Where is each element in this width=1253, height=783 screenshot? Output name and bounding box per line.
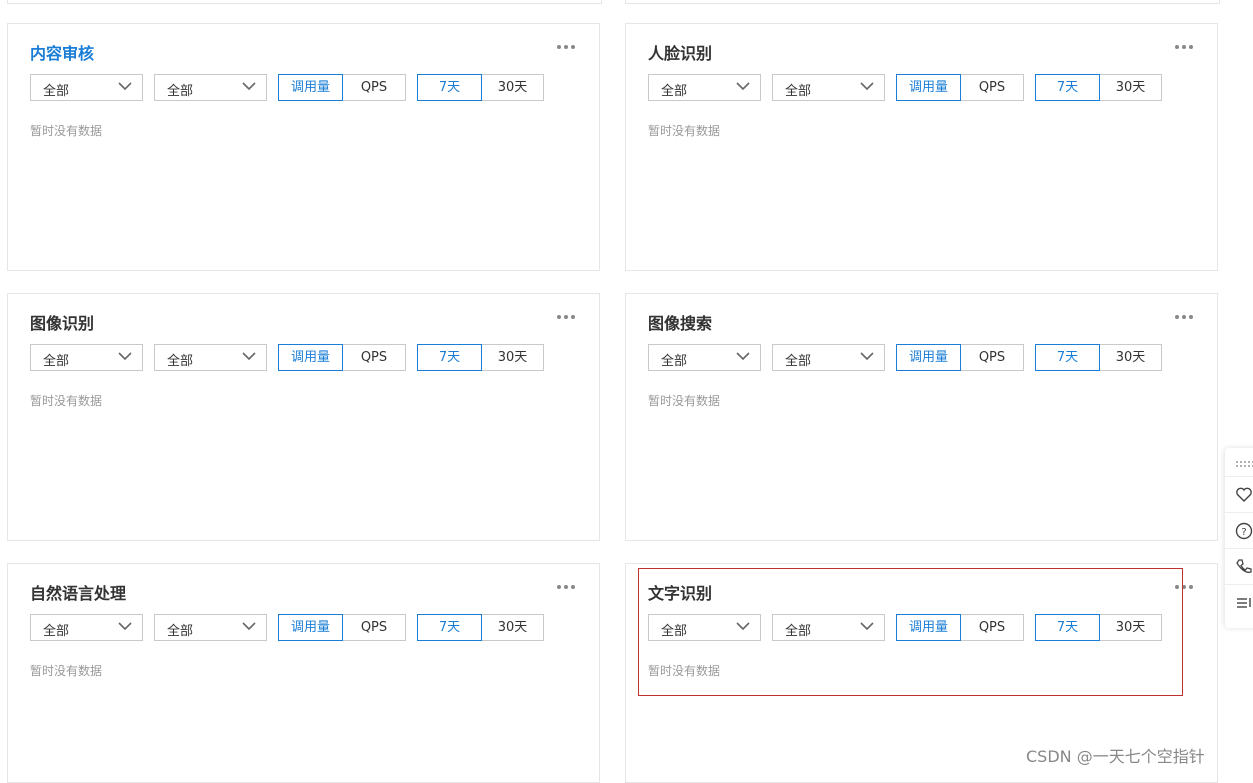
toolbar-favorite[interactable]: [1225, 476, 1253, 513]
more-icon[interactable]: [1175, 585, 1195, 591]
more-icon[interactable]: [557, 315, 577, 321]
chevron-down-icon: [860, 622, 874, 631]
chevron-down-icon: [242, 622, 256, 631]
metric-calls-button[interactable]: 调用量: [278, 344, 343, 371]
select-value: 全部: [167, 84, 194, 99]
card-image-recognition: 图像识别 全部 全部 调用量 QPS 7天 30天 暂时没有数据: [7, 293, 600, 541]
metric-calls-button[interactable]: 调用量: [896, 74, 961, 101]
more-icon[interactable]: [1175, 315, 1195, 321]
chevron-down-icon: [118, 82, 132, 91]
range-7d-button[interactable]: 7天: [417, 74, 482, 101]
range-7d-button[interactable]: 7天: [417, 614, 482, 641]
range-7d-button[interactable]: 7天: [1035, 74, 1100, 101]
phone-icon: [1236, 559, 1252, 573]
range-30d-button[interactable]: 30天: [481, 614, 544, 641]
empty-state-text: 暂时没有数据: [30, 664, 103, 678]
region-select[interactable]: 全部: [154, 614, 267, 641]
more-icon[interactable]: [1175, 45, 1195, 51]
select-value: 全部: [661, 624, 688, 639]
select-value: 全部: [43, 354, 70, 369]
card-title[interactable]: 自然语言处理: [30, 580, 126, 604]
range-30d-button[interactable]: 30天: [481, 74, 544, 101]
select-value: 全部: [785, 84, 812, 99]
metric-qps-button[interactable]: QPS: [960, 74, 1024, 101]
card-image-search: 图像搜索 全部 全部 调用量 QPS 7天 30天 暂时没有数据: [625, 293, 1218, 541]
range-30d-button[interactable]: 30天: [1099, 344, 1162, 371]
empty-state-text: 暂时没有数据: [648, 664, 721, 678]
service-select[interactable]: 全部: [648, 344, 761, 371]
range-30d-button[interactable]: 30天: [1099, 614, 1162, 641]
empty-state-text: 暂时没有数据: [648, 124, 721, 138]
region-select[interactable]: 全部: [772, 614, 885, 641]
chevron-down-icon: [736, 82, 750, 91]
chevron-down-icon: [860, 352, 874, 361]
chevron-down-icon: [736, 622, 750, 631]
chevron-down-icon: [242, 82, 256, 91]
service-select[interactable]: 全部: [648, 74, 761, 101]
select-value: 全部: [785, 624, 812, 639]
metric-calls-button[interactable]: 调用量: [278, 614, 343, 641]
select-value: 全部: [167, 624, 194, 639]
range-7d-button[interactable]: 7天: [1035, 614, 1100, 641]
toolbar-drag-handle[interactable]: [1225, 448, 1253, 477]
select-value: 全部: [43, 84, 70, 99]
previous-card-bottom-left: [7, 0, 602, 4]
toolbar-help[interactable]: ?: [1225, 512, 1253, 549]
region-select[interactable]: 全部: [154, 344, 267, 371]
list-icon: [1237, 598, 1251, 608]
metric-qps-button[interactable]: QPS: [342, 344, 406, 371]
help-icon: ?: [1235, 522, 1253, 540]
service-select[interactable]: 全部: [30, 614, 143, 641]
region-select[interactable]: 全部: [772, 74, 885, 101]
empty-state-text: 暂时没有数据: [30, 124, 103, 138]
select-value: 全部: [43, 624, 70, 639]
empty-state-text: 暂时没有数据: [648, 394, 721, 408]
region-select[interactable]: 全部: [772, 344, 885, 371]
svg-text:?: ?: [1241, 527, 1246, 538]
metric-qps-button[interactable]: QPS: [960, 344, 1024, 371]
region-select[interactable]: 全部: [154, 74, 267, 101]
metric-qps-button[interactable]: QPS: [960, 614, 1024, 641]
chevron-down-icon: [242, 352, 256, 361]
select-value: 全部: [661, 84, 688, 99]
card-title[interactable]: 人脸识别: [648, 40, 712, 64]
card-title[interactable]: 图像搜索: [648, 310, 712, 334]
more-icon[interactable]: [557, 585, 577, 591]
toolbar-list[interactable]: [1225, 584, 1253, 620]
metric-calls-button[interactable]: 调用量: [896, 344, 961, 371]
toolbar-contact[interactable]: [1225, 548, 1253, 585]
service-select[interactable]: 全部: [648, 614, 761, 641]
metric-calls-button[interactable]: 调用量: [896, 614, 961, 641]
drag-handle-icon: [1236, 461, 1253, 467]
floating-toolbar: ?: [1225, 448, 1253, 628]
range-30d-button[interactable]: 30天: [481, 344, 544, 371]
card-title[interactable]: 文字识别: [648, 580, 712, 604]
metric-qps-button[interactable]: QPS: [342, 74, 406, 101]
card-title[interactable]: 图像识别: [30, 310, 94, 334]
select-value: 全部: [167, 354, 194, 369]
range-7d-button[interactable]: 7天: [1035, 344, 1100, 371]
chevron-down-icon: [736, 352, 750, 361]
card-content-review: 内容审核 全部 全部 调用量 QPS 7天 30天 暂时没有数据: [7, 23, 600, 271]
watermark: CSDN @一天七个空指针: [1026, 747, 1205, 766]
empty-state-text: 暂时没有数据: [30, 394, 103, 408]
card-title[interactable]: 内容审核: [30, 40, 94, 64]
select-value: 全部: [661, 354, 688, 369]
more-icon[interactable]: [557, 45, 577, 51]
chevron-down-icon: [118, 622, 132, 631]
card-face-recognition: 人脸识别 全部 全部 调用量 QPS 7天 30天 暂时没有数据: [625, 23, 1218, 271]
range-7d-button[interactable]: 7天: [417, 344, 482, 371]
metric-qps-button[interactable]: QPS: [342, 614, 406, 641]
service-select[interactable]: 全部: [30, 74, 143, 101]
metric-calls-button[interactable]: 调用量: [278, 74, 343, 101]
range-30d-button[interactable]: 30天: [1099, 74, 1162, 101]
service-select[interactable]: 全部: [30, 344, 143, 371]
heart-icon: [1236, 487, 1252, 502]
chevron-down-icon: [118, 352, 132, 361]
previous-card-bottom-right: [625, 0, 1220, 4]
card-nlp: 自然语言处理 全部 全部 调用量 QPS 7天 30天 暂时没有数据: [7, 563, 600, 783]
select-value: 全部: [785, 354, 812, 369]
chevron-down-icon: [860, 82, 874, 91]
